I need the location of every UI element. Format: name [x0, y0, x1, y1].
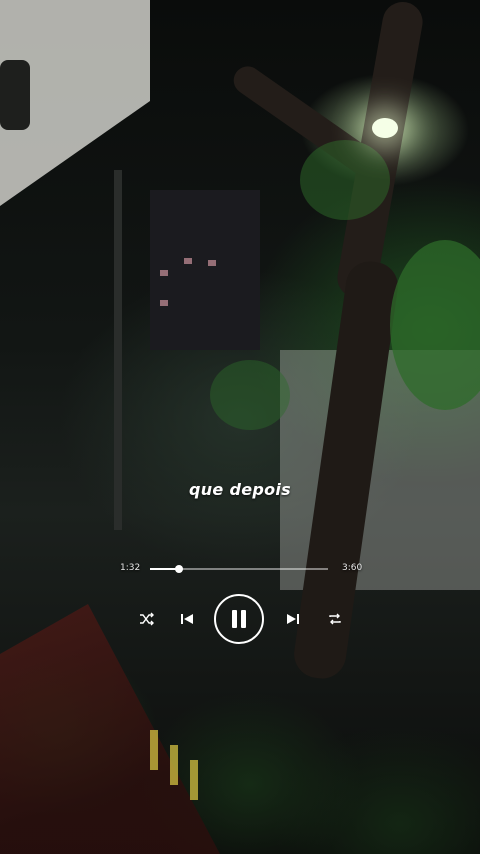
video-frame: que depois 1:32 3:60 [0, 0, 480, 854]
shuffle-icon [140, 612, 154, 626]
duration-time: 3:60 [342, 563, 363, 573]
pause-icon [232, 610, 246, 628]
lyric-caption: que depois [188, 480, 292, 499]
street-lamp [372, 118, 398, 138]
tree-foliage [210, 360, 290, 430]
railing-stripe [150, 730, 158, 770]
distant-building [150, 190, 260, 350]
repeat-icon [329, 613, 341, 625]
pause-button[interactable] [214, 594, 264, 644]
building-window [160, 270, 168, 276]
repeat-button[interactable] [326, 610, 344, 628]
skip-next-icon [287, 614, 299, 624]
railing-stripe [190, 760, 198, 800]
awning-fixture [0, 60, 30, 130]
railing-stripe [170, 745, 178, 785]
shuffle-button[interactable] [138, 610, 156, 628]
building-window [160, 300, 168, 306]
elapsed-time: 1:32 [120, 563, 141, 573]
progress-track[interactable] [150, 565, 328, 573]
street-pole [114, 170, 122, 530]
building-window [184, 258, 192, 264]
building-window [208, 260, 216, 266]
previous-button[interactable] [178, 610, 196, 628]
next-button[interactable] [284, 610, 302, 628]
playback-controls [0, 594, 480, 646]
skip-previous-icon [181, 614, 193, 624]
tree-foliage [300, 140, 390, 220]
